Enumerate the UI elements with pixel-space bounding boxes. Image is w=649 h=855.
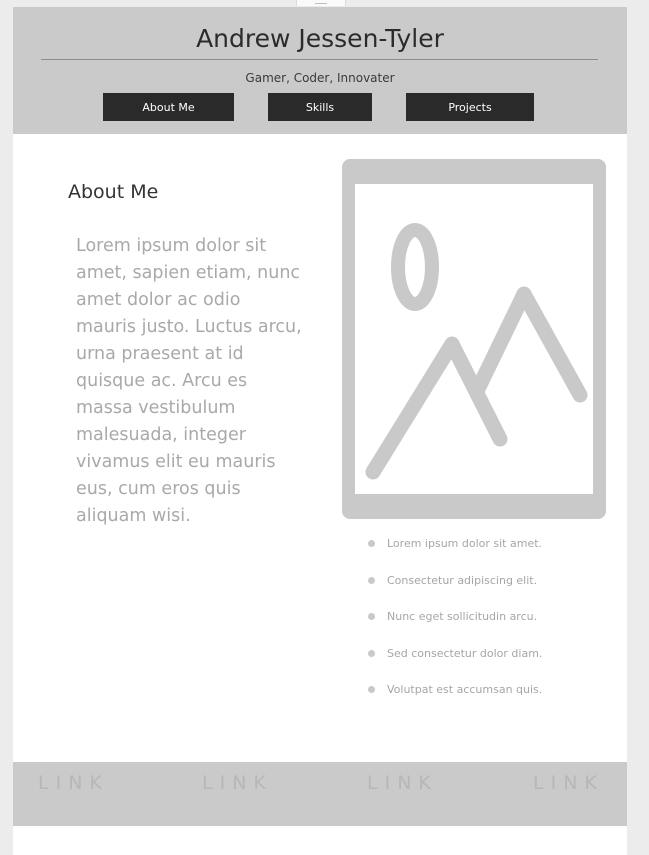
page: Andrew Jessen-Tyler Gamer, Coder, Innova… [13,7,627,855]
list-item: Nunc eget sollicitudin arcu. [368,610,542,647]
title-divider [41,59,598,60]
tagline: Gamer, Coder, Innovater [245,71,395,85]
list-item: Consectetur adipiscing elit. [368,574,542,611]
footer-link[interactable]: LINK [202,772,273,794]
feature-list: Lorem ipsum dolor sit amet. Consectetur … [368,537,542,720]
about-body-text: Lorem ipsum dolor sit amet, sapien etiam… [76,236,302,526]
image-placeholder-icon [342,159,606,519]
nav-about-me-button[interactable]: About Me [103,93,234,121]
nav-projects-button[interactable]: Projects [406,93,534,121]
about-heading: About Me [68,181,159,203]
list-item: Sed consectetur dolor diam. [368,647,542,684]
top-tab [296,0,346,6]
list-item: Volutpat est accumsan quis. [368,683,542,720]
list-item: Lorem ipsum dolor sit amet. [368,537,542,574]
site-title: Andrew Jessen-Tyler [196,24,444,53]
footer-link[interactable]: LINK [38,772,109,794]
footer-link[interactable]: LINK [533,772,604,794]
site-header: Andrew Jessen-Tyler Gamer, Coder, Innova… [13,7,627,134]
footer-link[interactable]: LINK [367,772,438,794]
tab-mark [315,0,327,4]
site-footer: LINK LINK LINK LINK [13,762,627,826]
nav-skills-button[interactable]: Skills [268,93,372,121]
